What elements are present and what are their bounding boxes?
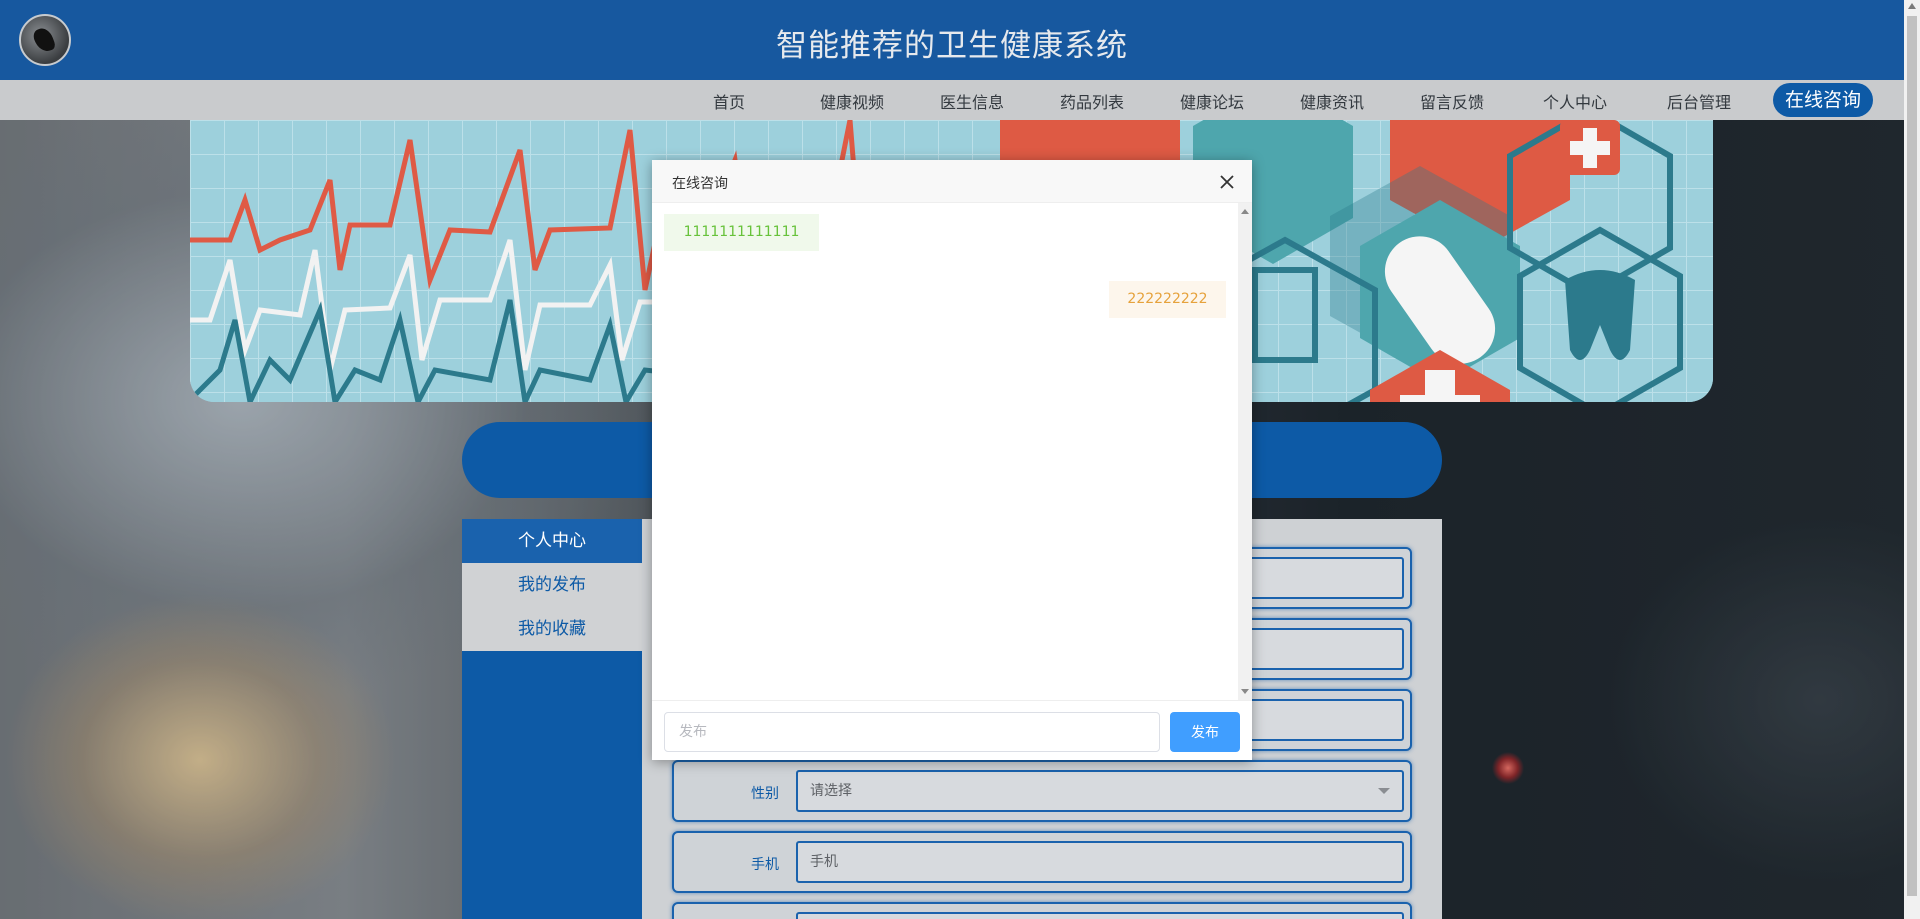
message-input[interactable] bbox=[664, 712, 1160, 752]
nav-health-news[interactable]: 健康资讯 bbox=[1300, 89, 1364, 113]
scroll-up-arrow-icon[interactable] bbox=[1908, 3, 1916, 9]
dialog-title: 在线咨询 bbox=[672, 176, 728, 192]
site-header: 智能推荐的卫生健康系统 bbox=[0, 0, 1904, 80]
close-icon[interactable] bbox=[1217, 172, 1237, 192]
chat-message-sent: 222222222 bbox=[1109, 281, 1226, 318]
main-nav: 首页 健康视频 医生信息 药品列表 健康论坛 健康资讯 留言反馈 个人中心 后台… bbox=[0, 80, 1904, 120]
page-scrollbar[interactable] bbox=[1904, 0, 1920, 919]
nav-doctor-info[interactable]: 医生信息 bbox=[940, 89, 1004, 113]
phone-input[interactable]: 手机 bbox=[796, 841, 1404, 883]
nav-personal-center[interactable]: 个人中心 bbox=[1543, 89, 1607, 113]
chat-message-received: 1111111111111 bbox=[664, 214, 819, 251]
nav-admin[interactable]: 后台管理 bbox=[1667, 89, 1731, 113]
site-title: 智能推荐的卫生健康系统 bbox=[776, 28, 1128, 64]
phone-label: 手机 bbox=[751, 857, 779, 873]
form-input[interactable] bbox=[796, 912, 1404, 919]
dialog-footer: 发布 bbox=[652, 700, 1252, 760]
sidebar-item-my-posts[interactable]: 我的发布 bbox=[462, 563, 642, 607]
chat-message-area[interactable]: 1111111111111 222222222 bbox=[652, 203, 1238, 700]
online-consult-dialog: 在线咨询 1111111111111 222222222 发布 bbox=[652, 160, 1252, 760]
nav-online-consult-button[interactable]: 在线咨询 bbox=[1773, 83, 1873, 117]
sidebar-item-my-favorites[interactable]: 我的收藏 bbox=[462, 607, 642, 651]
chat-scrollbar[interactable] bbox=[1238, 203, 1252, 700]
nav-health-video[interactable]: 健康视频 bbox=[820, 89, 884, 113]
nav-home[interactable]: 首页 bbox=[713, 89, 745, 113]
form-row-gender: 性别 请选择 bbox=[672, 760, 1412, 822]
sidebar-item-personal-center[interactable]: 个人中心 bbox=[462, 519, 642, 563]
form-row bbox=[672, 902, 1412, 919]
gender-select-placeholder: 请选择 bbox=[810, 783, 852, 799]
nav-health-forum[interactable]: 健康论坛 bbox=[1180, 89, 1244, 113]
profile-sidebar: 个人中心 我的发布 我的收藏 bbox=[462, 519, 642, 919]
scrollbar-thumb[interactable] bbox=[1907, 16, 1917, 896]
gender-select[interactable]: 请选择 bbox=[796, 770, 1404, 812]
chevron-down-icon bbox=[1378, 788, 1390, 794]
scroll-up-arrow-icon[interactable] bbox=[1241, 209, 1249, 214]
gender-label: 性别 bbox=[751, 786, 779, 802]
send-button[interactable]: 发布 bbox=[1170, 712, 1240, 752]
phone-input-placeholder: 手机 bbox=[810, 854, 838, 870]
nav-drug-list[interactable]: 药品列表 bbox=[1060, 89, 1124, 113]
dialog-header: 在线咨询 bbox=[652, 160, 1252, 203]
form-row-phone: 手机 手机 bbox=[672, 831, 1412, 893]
nav-feedback[interactable]: 留言反馈 bbox=[1420, 89, 1484, 113]
scroll-down-arrow-icon[interactable] bbox=[1241, 689, 1249, 694]
